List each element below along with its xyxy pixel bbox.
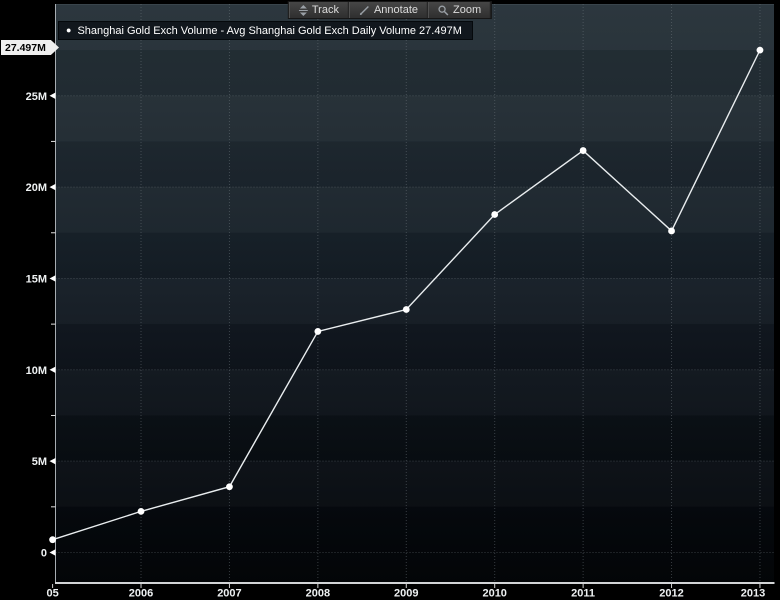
x-axis-ticks: 05 2006 2007 2008 2009 2010 2011 2012 2013 [46,584,765,600]
zoom-button[interactable]: Zoom [428,2,491,18]
chart-toolbar: Track Annotate Zoom [288,1,492,19]
x-tick-label: 2012 [659,588,683,600]
y-tick-label: 0 [41,548,47,560]
data-point-2007[interactable] [226,483,233,490]
x-tick-label: 2007 [217,588,241,600]
data-point-2011[interactable] [580,147,587,154]
x-tick-label: 05 [46,588,58,600]
zoom-button-label: Zoom [453,4,481,16]
track-button[interactable]: Track [289,2,349,18]
y-tick-label: 15M [26,273,47,285]
track-icon [299,5,308,16]
annotate-button[interactable]: Annotate [349,2,428,18]
background-bands [56,4,775,553]
x-tick-label: 2011 [571,588,595,600]
bloomberg-chart-window: 0 5M 10M 15M 20M 25M 05 2006 2007 2008 2009 2010 201… [0,0,780,600]
x-tick-label: 2009 [394,588,418,600]
y-tick-arrow [50,184,56,190]
annotate-button-label: Annotate [374,4,418,16]
x-tick-label: 2010 [482,588,506,600]
y-tick-label: 10M [26,365,47,377]
y-tick-arrow [50,458,56,464]
series-legend-label: Shanghai Gold Exch Volume - Avg Shanghai… [77,25,461,37]
y-tick-label: 25M [26,91,47,103]
y-tick-arrow [50,549,56,555]
annotate-icon [359,5,370,16]
y-tick-arrow [50,275,56,281]
data-point-2010[interactable] [491,211,498,218]
zoom-icon [438,5,449,16]
last-value-axis-tag: 27.497M [1,40,59,55]
series-legend[interactable]: ● Shanghai Gold Exch Volume - Avg Shangh… [58,21,473,40]
chart-canvas: 0 5M 10M 15M 20M 25M 05 2006 2007 2008 2009 2010 201… [0,0,780,600]
data-point-2008[interactable] [314,328,321,335]
data-point-2013[interactable] [757,47,764,54]
x-tick-label: 2008 [306,588,330,600]
data-point-2005[interactable] [49,536,56,543]
x-tick-label: 2013 [741,588,765,600]
data-point-2009[interactable] [403,306,410,313]
y-axis-ticks: 0 5M 10M 15M 20M 25M [26,91,56,560]
track-button-label: Track [312,4,339,16]
data-point-2012[interactable] [668,228,675,235]
series-marker-icon: ● [66,26,71,35]
y-tick-label: 20M [26,182,47,194]
y-tick-arrow [50,93,56,99]
data-point-2006[interactable] [138,508,145,515]
y-tick-arrow [50,367,56,373]
x-tick-label: 2006 [129,588,153,600]
y-tick-label: 5M [32,456,47,468]
